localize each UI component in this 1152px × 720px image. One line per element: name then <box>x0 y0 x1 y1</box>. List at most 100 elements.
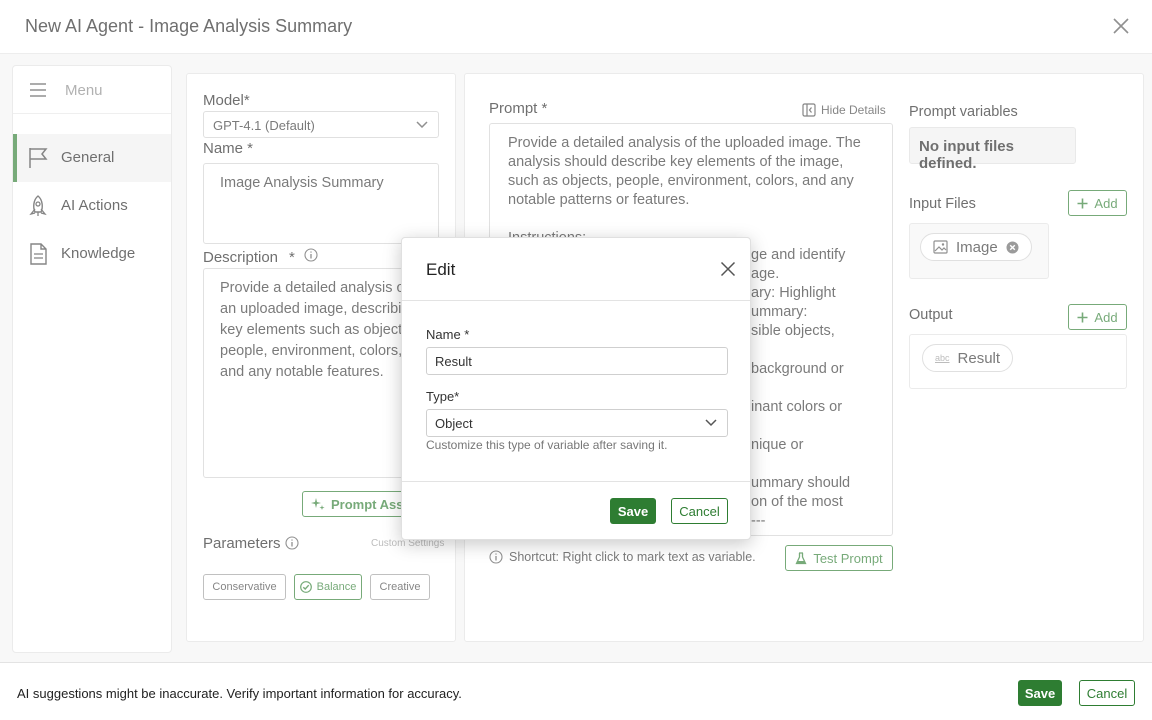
name-value: Image Analysis Summary <box>220 175 384 191</box>
window-title: New AI Agent - Image Analysis Summary <box>25 16 353 36</box>
hide-details-toggle[interactable]: Hide Details <box>802 103 886 117</box>
prompt-visible-fragments: ge and identify age. ary: Highlight umma… <box>751 246 891 531</box>
preset-creative-button[interactable]: Creative <box>370 574 430 600</box>
preset-label: Balance <box>316 581 357 593</box>
name-label: Name * <box>426 327 470 342</box>
prompt-fragment: inant colors or <box>751 399 843 415</box>
save-button[interactable]: Save <box>1018 680 1062 706</box>
variable-type-select[interactable]: Object <box>426 409 728 437</box>
edit-variable-dialog: Edit Name * Result Type* Object Customiz… <box>401 237 751 540</box>
sidebar-item-label: Knowledge <box>61 245 136 262</box>
test-prompt-button[interactable]: Test Prompt <box>785 545 893 571</box>
model-label: Model* <box>203 92 250 109</box>
close-icon[interactable] <box>1112 17 1130 35</box>
prompt-fragment: ummary: <box>751 304 808 320</box>
cancel-label: Cancel <box>1086 685 1128 701</box>
variable-name-value: Result <box>435 354 472 369</box>
output-chip[interactable]: abc Result <box>922 344 1014 372</box>
model-value: GPT-4.1 (Default) <box>213 118 315 133</box>
dialog-cancel-button[interactable]: Cancel <box>671 498 728 524</box>
prompt-fragment: ge and identify <box>751 247 846 263</box>
shortcut-text: Shortcut: Right click to mark text as va… <box>509 550 756 564</box>
close-icon[interactable] <box>720 261 736 277</box>
hamburger-icon[interactable] <box>29 82 47 98</box>
footer-bar: AI suggestions might be inaccurate. Veri… <box>0 662 1152 720</box>
input-file-label: Image <box>956 238 998 256</box>
window-header: New AI Agent - Image Analysis Summary <box>0 0 1152 54</box>
document-icon <box>30 243 47 265</box>
name-field[interactable]: Image Analysis Summary <box>203 163 439 244</box>
preset-label: Creative <box>379 581 421 593</box>
add-input-file-button[interactable]: Add <box>1068 190 1127 216</box>
output-card: abc Result <box>909 334 1127 389</box>
prompt-fragment <box>751 417 891 436</box>
dialog-divider <box>402 300 750 301</box>
prompt-fragment: --- <box>751 513 766 529</box>
model-select[interactable]: GPT-4.1 (Default) <box>203 111 439 138</box>
check-circle-icon <box>299 581 312 593</box>
image-icon <box>933 240 948 254</box>
variable-type-value: Object <box>435 416 473 431</box>
info-icon[interactable] <box>285 536 299 550</box>
sidebar-item-knowledge[interactable]: Knowledge <box>13 230 171 278</box>
output-label: Output <box>909 307 953 323</box>
test-prompt-label: Test Prompt <box>813 550 883 566</box>
type-hint: Customize this type of variable after sa… <box>426 438 668 452</box>
input-files-card: Image <box>909 223 1049 279</box>
prompt-fragment <box>751 455 891 474</box>
info-icon <box>489 550 503 564</box>
input-files-label: Input Files <box>909 196 976 212</box>
prompt-fragment <box>751 379 891 398</box>
plus-icon <box>1077 312 1088 322</box>
prompt-fragment: ary: Highlight <box>751 285 836 301</box>
menu-label: Menu <box>65 82 103 99</box>
save-label: Save <box>1024 685 1056 701</box>
prompt-fragment <box>751 341 891 360</box>
rocket-icon <box>29 195 47 216</box>
plus-icon <box>1077 198 1088 208</box>
remove-icon[interactable] <box>1006 241 1019 254</box>
description-label: Description <box>203 249 279 266</box>
menu-header[interactable]: Menu <box>13 66 171 114</box>
prompt-fragment: nique or <box>751 437 804 453</box>
shortcut-hint: Shortcut: Right click to mark text as va… <box>489 550 756 564</box>
dialog-save-button[interactable]: Save <box>610 498 656 524</box>
output-label-text: Result <box>957 349 1001 367</box>
hide-details-label: Hide Details <box>821 103 886 117</box>
prompt-variables-label: Prompt variables <box>909 104 1018 120</box>
side-menu: Menu General AI Actions Knowledge <box>12 65 172 653</box>
sidebar-item-general[interactable]: General <box>13 134 171 182</box>
flask-icon <box>795 551 807 564</box>
ai-disclaimer: AI suggestions might be inaccurate. Veri… <box>17 686 462 701</box>
preset-conservative-button[interactable]: Conservative <box>203 574 286 600</box>
prompt-fragment: sible objects, <box>751 323 835 339</box>
preset-balance-button[interactable]: Balance <box>294 574 362 600</box>
info-icon[interactable] <box>304 248 318 262</box>
prompt-assist-label: Prompt Assi <box>331 496 408 512</box>
cancel-button[interactable]: Cancel <box>1079 680 1135 706</box>
sparkle-icon <box>311 498 325 510</box>
parameters-label: Parameters <box>203 535 281 552</box>
name-label: Name * <box>203 140 254 157</box>
variable-name-input[interactable]: Result <box>426 347 728 375</box>
dialog-divider <box>402 481 750 482</box>
flag-icon <box>29 148 48 168</box>
add-output-button[interactable]: Add <box>1068 304 1127 330</box>
prompt-fragment: background or <box>751 361 844 377</box>
text-type-icon: abc <box>935 353 950 363</box>
prompt-fragment: ummary should <box>751 475 851 491</box>
prompt-paragraph: Provide a detailed analysis of the uploa… <box>508 135 861 208</box>
panel-toggle-icon <box>802 103 816 117</box>
prompt-fragment: on of the most <box>751 494 843 510</box>
description-value: Provide a detailed analysis of an upload… <box>220 280 418 380</box>
input-file-chip[interactable]: Image <box>920 233 1032 261</box>
sidebar-item-label: General <box>61 149 115 166</box>
type-label: Type* <box>426 389 460 404</box>
no-input-files-badge: No input files defined. <box>909 127 1076 172</box>
chevron-down-icon <box>416 121 428 129</box>
add-label: Add <box>1094 309 1118 325</box>
cancel-label: Cancel <box>679 503 720 519</box>
prompt-fragment: age. <box>751 266 780 282</box>
sidebar-item-ai-actions[interactable]: AI Actions <box>13 182 171 230</box>
add-label: Add <box>1094 195 1118 211</box>
